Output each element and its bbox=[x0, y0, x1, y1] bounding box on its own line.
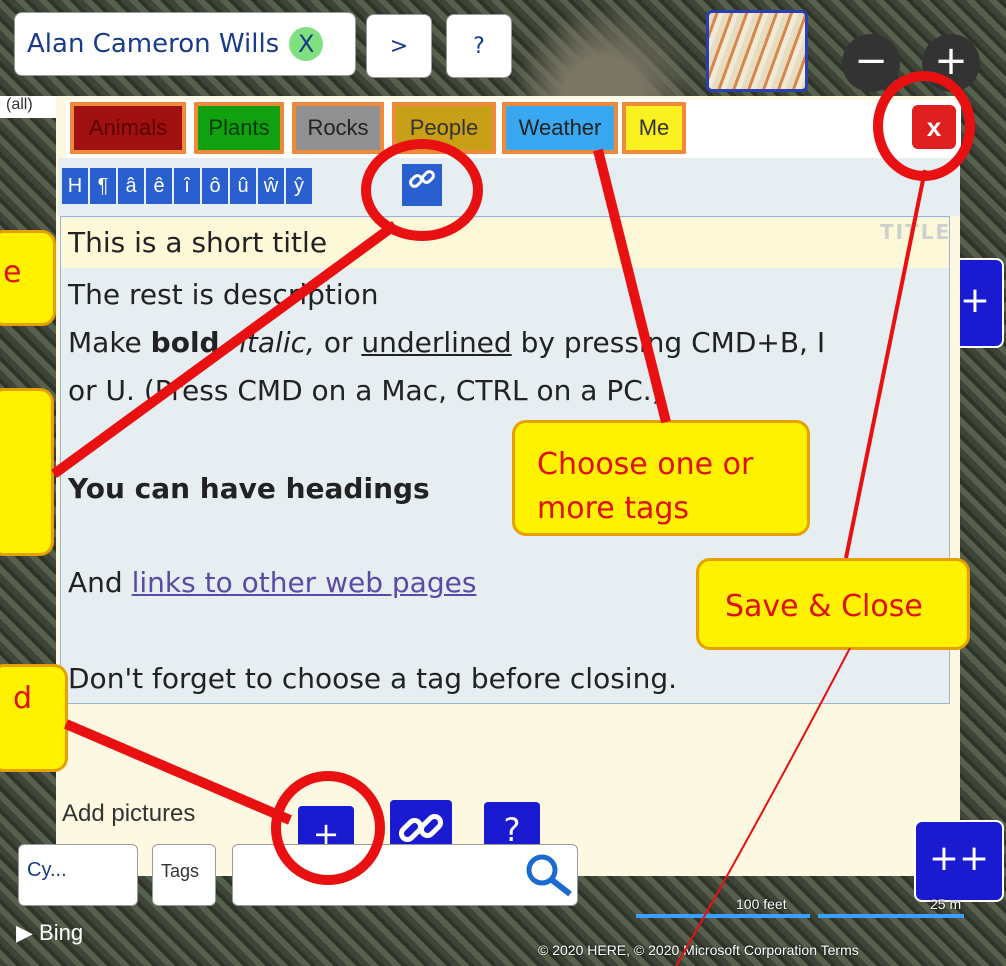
annotation-overlay bbox=[51, 71, 975, 966]
